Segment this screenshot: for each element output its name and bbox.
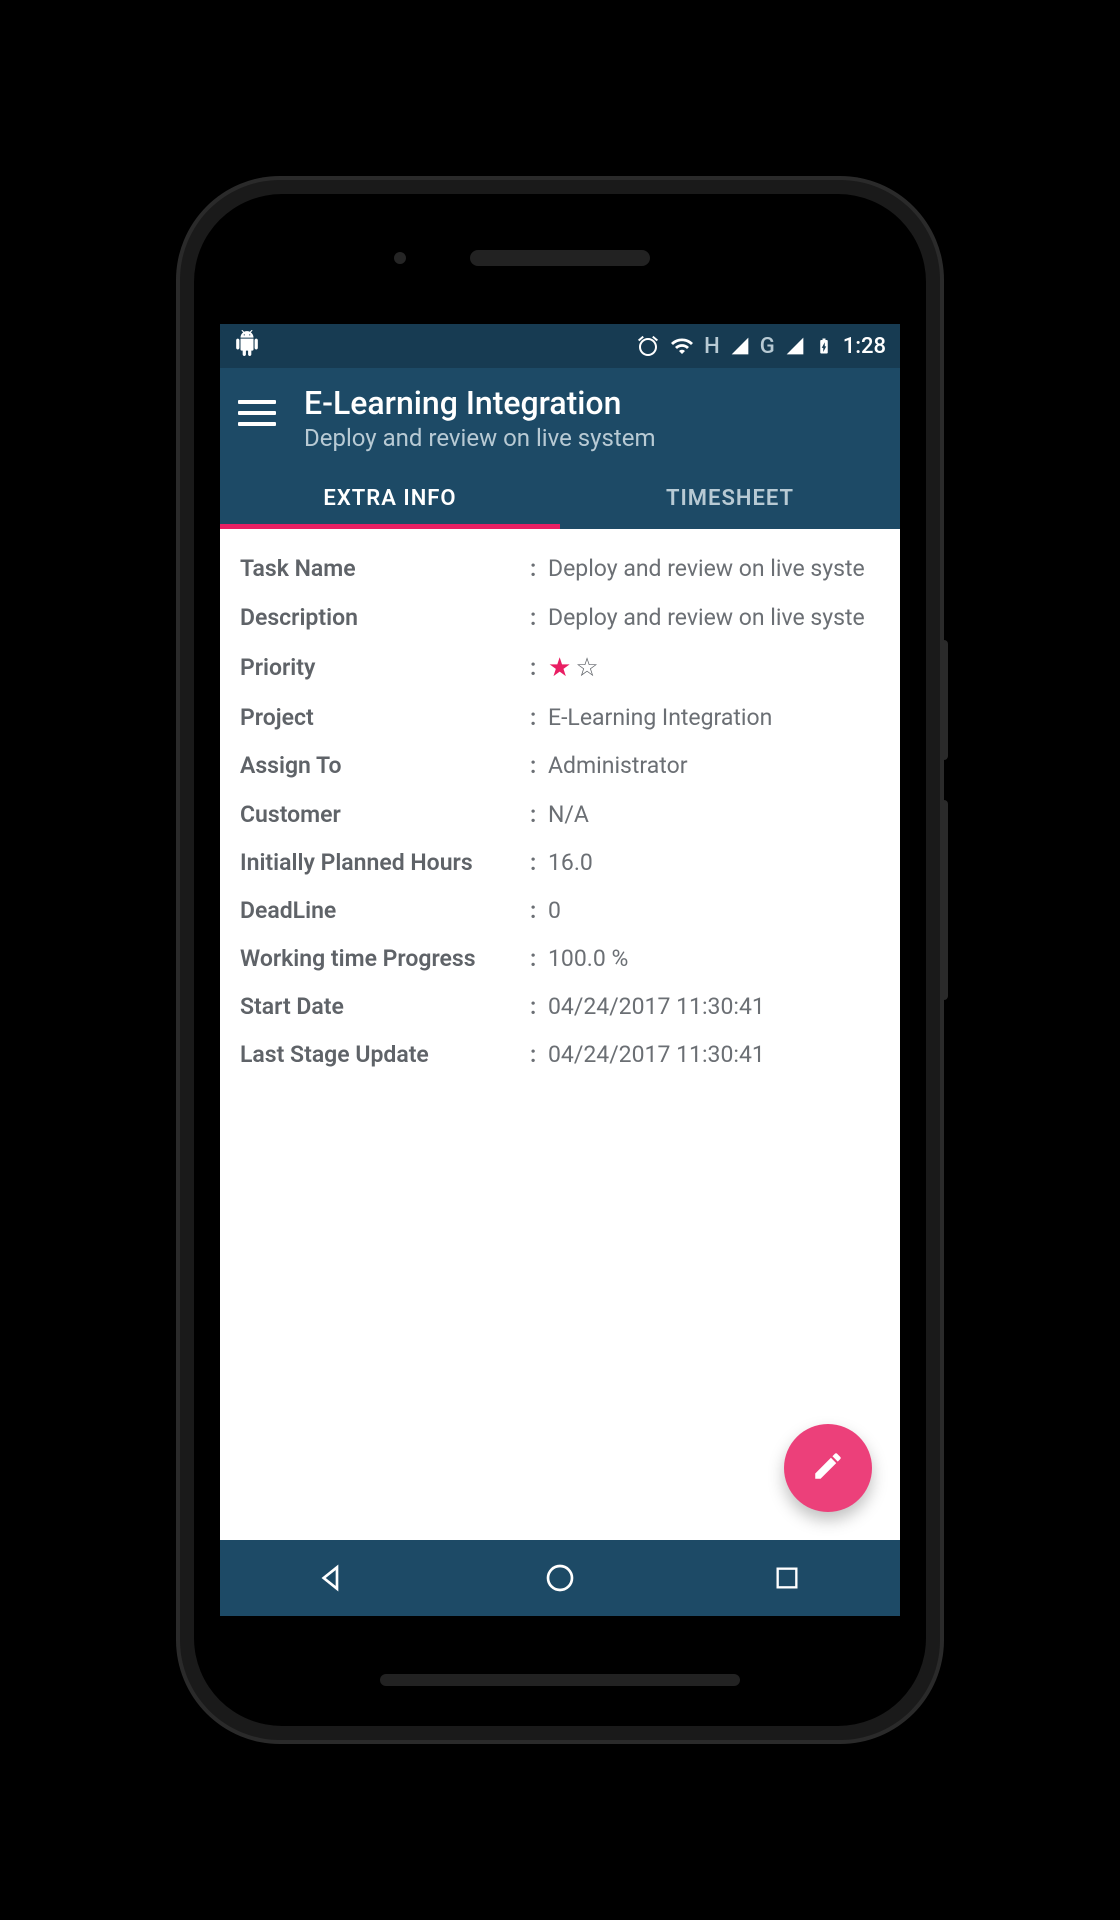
row-start-date: Start Date : 04/24/2017 11:30:41 bbox=[240, 991, 880, 1023]
deadline-label: DeadLine bbox=[240, 895, 530, 927]
pencil-icon bbox=[811, 1449, 845, 1487]
deadline-value: 0 bbox=[548, 895, 561, 927]
customer-label: Customer bbox=[240, 799, 530, 831]
power-button bbox=[940, 640, 948, 760]
row-assign-to: Assign To : Administrator bbox=[240, 750, 880, 782]
network-g-label: G bbox=[760, 334, 775, 359]
progress-value: 100.0 % bbox=[548, 943, 628, 975]
assign-to-value: Administrator bbox=[548, 750, 688, 782]
row-customer: Customer : N/A bbox=[240, 799, 880, 831]
volume-button bbox=[940, 800, 948, 1000]
nav-bar bbox=[220, 1540, 900, 1616]
task-name-label: Task Name bbox=[240, 553, 530, 585]
row-priority: Priority : ★ ☆ bbox=[240, 650, 880, 686]
customer-value: N/A bbox=[548, 799, 589, 831]
star-filled-icon: ★ bbox=[548, 650, 571, 686]
signal-icon-1 bbox=[730, 336, 750, 356]
speaker-bottom bbox=[380, 1674, 740, 1686]
tab-extra-info-label: EXTRA INFO bbox=[323, 486, 456, 511]
camera-dot bbox=[394, 252, 406, 264]
signal-icon-2 bbox=[785, 336, 805, 356]
edit-fab[interactable] bbox=[784, 1424, 872, 1512]
star-empty-icon: ☆ bbox=[575, 650, 598, 686]
wifi-icon bbox=[670, 334, 694, 358]
nav-back[interactable] bbox=[273, 1553, 393, 1603]
last-stage-value: 04/24/2017 11:30:41 bbox=[548, 1039, 765, 1071]
row-task-name: Task Name : Deploy and review on live sy… bbox=[240, 553, 880, 585]
phone-inner: H G 1:28 bbox=[194, 194, 926, 1726]
priority-label: Priority bbox=[240, 652, 530, 684]
tab-timesheet-label: TIMESHEET bbox=[666, 486, 794, 511]
row-description: Description : Deploy and review on live … bbox=[240, 602, 880, 634]
screen: H G 1:28 bbox=[220, 324, 900, 1616]
start-date-value: 04/24/2017 11:30:41 bbox=[548, 991, 765, 1023]
phone-frame: H G 1:28 bbox=[180, 180, 940, 1740]
row-planned-hours: Initially Planned Hours : 16.0 bbox=[240, 847, 880, 879]
project-value: E-Learning Integration bbox=[548, 702, 772, 734]
planned-hours-value: 16.0 bbox=[548, 847, 593, 879]
app-bar: E-Learning Integration Deploy and review… bbox=[220, 368, 900, 466]
tab-timesheet[interactable]: TIMESHEET bbox=[560, 466, 900, 529]
tabs: EXTRA INFO TIMESHEET bbox=[220, 466, 900, 529]
description-label: Description bbox=[240, 602, 530, 634]
start-date-label: Start Date bbox=[240, 991, 530, 1023]
content-area: Task Name : Deploy and review on live sy… bbox=[220, 529, 900, 1540]
nav-recent[interactable] bbox=[727, 1553, 847, 1603]
priority-stars: ★ ☆ bbox=[548, 650, 599, 686]
row-deadline: DeadLine : 0 bbox=[240, 895, 880, 927]
network-h-label: H bbox=[704, 334, 720, 359]
page-title: E-Learning Integration bbox=[304, 384, 656, 422]
status-bar: H G 1:28 bbox=[220, 324, 900, 368]
nav-home[interactable] bbox=[500, 1553, 620, 1603]
page-subtitle: Deploy and review on live system bbox=[304, 424, 656, 452]
speaker-top bbox=[470, 250, 650, 266]
row-last-stage: Last Stage Update : 04/24/2017 11:30:41 bbox=[240, 1039, 880, 1071]
row-project: Project : E-Learning Integration bbox=[240, 702, 880, 734]
menu-icon[interactable] bbox=[238, 394, 276, 432]
project-label: Project bbox=[240, 702, 530, 734]
planned-hours-label: Initially Planned Hours bbox=[240, 847, 530, 879]
status-time: 1:28 bbox=[843, 334, 886, 359]
last-stage-label: Last Stage Update bbox=[240, 1039, 530, 1071]
battery-charging-icon bbox=[815, 334, 833, 358]
tab-extra-info[interactable]: EXTRA INFO bbox=[220, 466, 560, 529]
assign-to-label: Assign To bbox=[240, 750, 530, 782]
description-value: Deploy and review on live syste bbox=[548, 602, 865, 634]
android-icon bbox=[234, 330, 260, 362]
progress-label: Working time Progress bbox=[240, 943, 530, 975]
row-progress: Working time Progress : 100.0 % bbox=[240, 943, 880, 975]
task-name-value: Deploy and review on live syste bbox=[548, 553, 865, 585]
alarm-icon bbox=[636, 334, 660, 358]
